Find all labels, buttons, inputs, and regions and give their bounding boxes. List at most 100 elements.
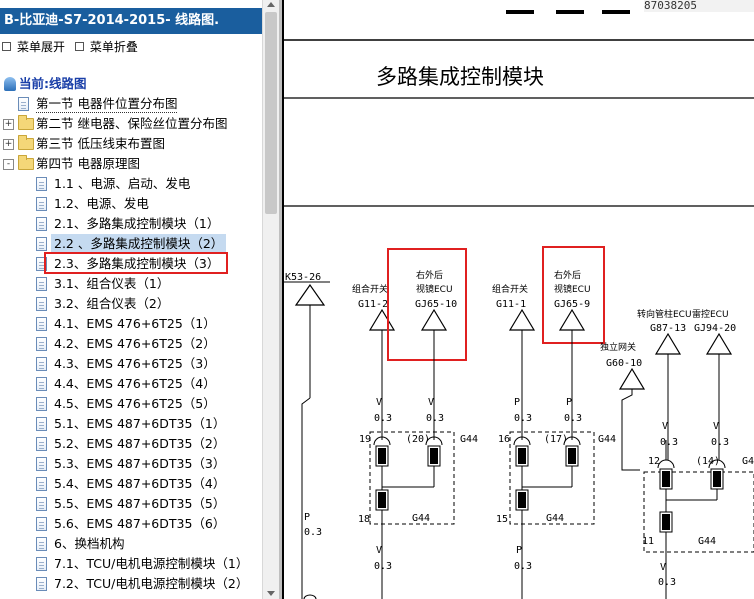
document-icon — [36, 337, 47, 351]
tree-root[interactable]: 当前:线路图 — [0, 74, 262, 94]
scrollbar-thumb[interactable] — [265, 12, 277, 214]
component-label: 组合开关 — [352, 283, 388, 295]
app-window: B-比亚迪-S7-2014-2015- 线路图. 菜单展开 菜单折叠 当前:线路… — [0, 0, 754, 599]
scroll-down-icon[interactable] — [267, 591, 275, 596]
pin-label: G60-10 — [606, 358, 642, 369]
document-icon — [36, 517, 47, 531]
tree-folder-item[interactable]: + 第三节 低压线束布置图 — [0, 134, 262, 154]
tree-doc-item[interactable]: 4.5、EMS 476+6T25（5） — [0, 394, 262, 414]
document-icon — [36, 277, 47, 291]
tree-item-label: 4.5、EMS 476+6T25（5） — [54, 396, 216, 411]
collapse-menu-button[interactable]: 菜单折叠 — [74, 38, 138, 56]
tree-doc-item[interactable]: 5.4、EMS 487+6DT35（4） — [0, 474, 262, 494]
wire-color: V — [662, 421, 668, 432]
collapse-icon[interactable]: - — [3, 159, 14, 170]
pin-label: G11-2 — [358, 299, 388, 310]
tree-doc-item[interactable]: 5.6、EMS 487+6DT35（6） — [0, 514, 262, 534]
folder-icon — [18, 115, 34, 130]
wire-size: 0.3 — [304, 527, 322, 538]
document-icon — [36, 437, 47, 451]
document-icon — [36, 557, 47, 571]
tree-item-label: 4.3、EMS 476+6T25（3） — [54, 356, 216, 371]
tree-item-label: 5.1、EMS 487+6DT35（1） — [54, 416, 226, 431]
tree-panel: B-比亚迪-S7-2014-2015- 线路图. 菜单展开 菜单折叠 当前:线路… — [0, 0, 262, 599]
connector-triangle — [558, 308, 586, 331]
wire-color: P — [514, 397, 520, 408]
connector-code: G44 — [698, 536, 716, 547]
tree-doc-item[interactable]: 2.1、多路集成控制模块（1） — [0, 214, 262, 234]
document-icon — [36, 237, 47, 251]
tree-doc-item[interactable]: 4.3、EMS 476+6T25（3） — [0, 354, 262, 374]
tree-doc-item[interactable]: 3.2、组合仪表（2） — [0, 294, 262, 314]
wire-size: 0.3 — [374, 413, 392, 424]
expand-icon[interactable]: + — [3, 119, 14, 130]
connector-triangle — [294, 283, 326, 306]
wire-color: V — [713, 421, 719, 432]
tree-folder-item[interactable]: + 第二节 继电器、保险丝位置分布图 — [0, 114, 262, 134]
document-icon — [36, 217, 47, 231]
expand-menu-button[interactable]: 菜单展开 — [2, 38, 65, 56]
document-icon — [36, 577, 47, 591]
wire-color: V — [660, 562, 666, 573]
connector-code: G44 — [598, 434, 616, 445]
pin-label: GJ94-20 — [694, 323, 736, 334]
tree-doc-item[interactable]: 1.2、电源、发电 — [0, 194, 262, 214]
pin-label: GJ65-10 — [415, 299, 457, 310]
tree-doc-item[interactable]: 5.1、EMS 487+6DT35（1） — [0, 414, 262, 434]
tree-doc-item[interactable]: 5.5、EMS 487+6DT35（5） — [0, 494, 262, 514]
tree-item-label: 5.2、EMS 487+6DT35（2） — [54, 436, 226, 451]
tree-doc-item[interactable]: 4.2、EMS 476+6T25（2） — [0, 334, 262, 354]
tree-doc-item[interactable]: 6、换档机构 — [0, 534, 262, 554]
pin-number: (17) — [544, 434, 568, 445]
tree-doc-item[interactable]: 2.2 、多路集成控制模块（2） — [0, 234, 262, 254]
tree-item-label: 第三节 低压线束布置图 — [36, 136, 165, 151]
expand-icon[interactable]: + — [3, 139, 14, 150]
tree-item-label: 3.2、组合仪表（2） — [54, 296, 170, 311]
tree-doc-item[interactable]: 7.1、TCU/电机电源控制模块（1） — [0, 554, 262, 574]
wire-size: 0.3 — [514, 561, 532, 572]
tree-doc-item[interactable]: 4.1、EMS 476+6T25（1） — [0, 314, 262, 334]
wire-color: V — [376, 545, 382, 556]
pin-number: 15 — [496, 514, 508, 525]
tree-doc-item[interactable]: 1.1 、电源、启动、发电 — [0, 174, 262, 194]
wire-color: P — [304, 512, 310, 523]
tree-scrollbar[interactable] — [262, 0, 280, 599]
connector-code: G44 — [412, 513, 430, 524]
connector-label: K53-26 — [285, 272, 321, 283]
document-icon — [36, 477, 47, 491]
diagram-title: 多路集成控制模块 — [376, 65, 544, 89]
pin-label: GJ65-9 — [554, 299, 590, 310]
tree-doc-item[interactable]: 7.2、TCU/电机电源控制模块（2） — [0, 574, 262, 594]
tree-doc-item[interactable]: 第一节 电器件位置分布图 — [0, 94, 262, 114]
folder-icon — [18, 155, 34, 170]
tree-folder-item[interactable]: - 第四节 电器原理图 — [0, 154, 262, 174]
document-icon — [36, 537, 47, 551]
wire-color: P — [566, 397, 572, 408]
tree-item-label: 6、换档机构 — [54, 536, 125, 551]
tree-doc-item[interactable]: 5.2、EMS 487+6DT35（2） — [0, 434, 262, 454]
pin-number: 16 — [498, 434, 510, 445]
tree-item-label: 3.1、组合仪表（1） — [54, 276, 170, 291]
connector-triangle — [420, 308, 448, 331]
highlight-box — [44, 252, 228, 274]
wire-size: 0.3 — [564, 413, 582, 424]
folder-icon — [18, 135, 34, 150]
wire-size: 0.3 — [658, 577, 676, 588]
wire-size: 0.3 — [711, 437, 729, 448]
component-label: 独立网关 — [600, 341, 636, 353]
scroll-up-icon[interactable] — [267, 2, 275, 7]
tree-doc-item[interactable]: 5.3、EMS 487+6DT35（3） — [0, 454, 262, 474]
wire-size: 0.3 — [426, 413, 444, 424]
document-icon — [36, 377, 47, 391]
tree-doc-item[interactable]: 3.1、组合仪表（1） — [0, 274, 262, 294]
tree-doc-item[interactable]: 4.4、EMS 476+6T25（4） — [0, 374, 262, 394]
tree-item-label: 5.6、EMS 487+6DT35（6） — [54, 516, 226, 531]
pin-number: 18 — [358, 514, 370, 525]
root-icon — [4, 77, 16, 91]
document-icon — [36, 457, 47, 471]
tree-doc-item[interactable]: 2.3、多路集成控制模块（3） — [0, 252, 262, 274]
document-icon — [36, 497, 47, 511]
document-icon — [36, 317, 47, 331]
tree-item-label: 第二节 继电器、保险丝位置分布图 — [36, 116, 228, 131]
connector-triangle — [368, 308, 396, 331]
